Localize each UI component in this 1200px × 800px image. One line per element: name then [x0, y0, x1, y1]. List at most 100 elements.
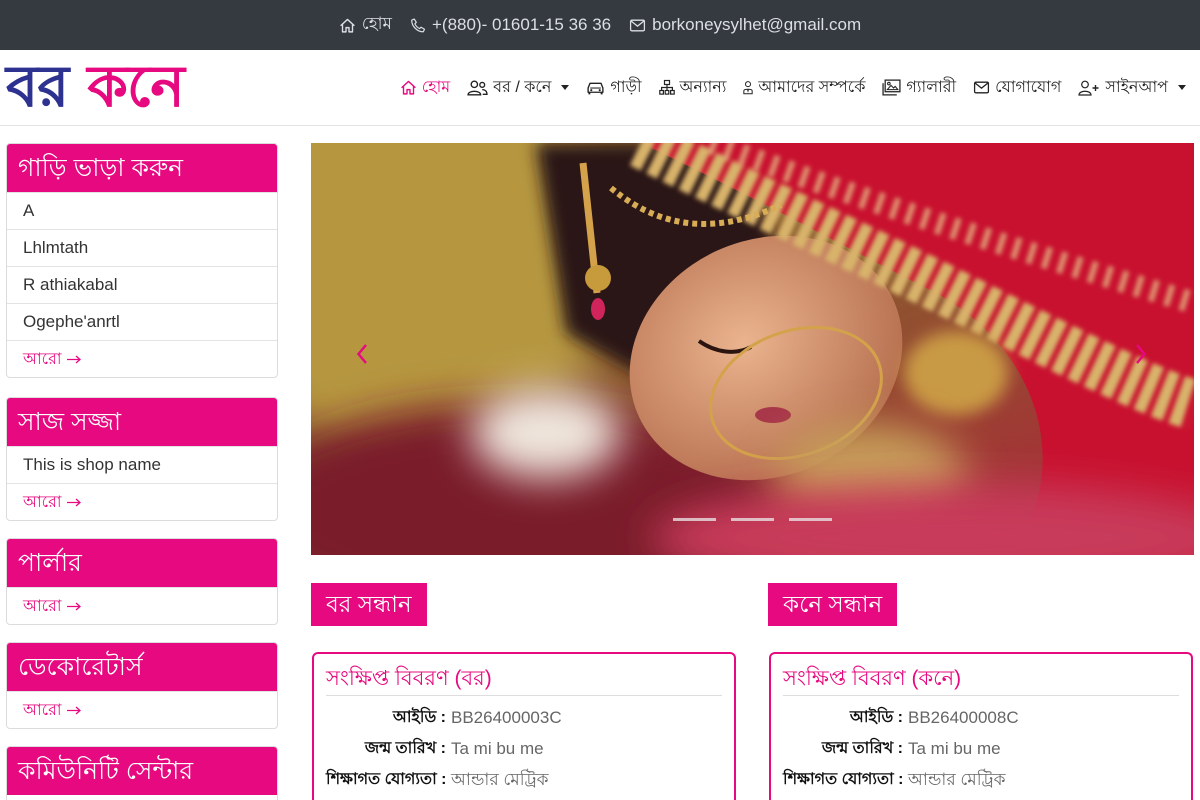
- sidebar-card-title: সাজ সজ্জা: [7, 398, 277, 446]
- more-link-label: আরো: [23, 701, 62, 719]
- brand-logo[interactable]: বর কনে: [6, 52, 185, 120]
- profile-card-title: সংক্ষিপ্ত বিবরণ (বর): [326, 664, 722, 696]
- caret-down-icon: [1178, 85, 1186, 90]
- top-bar: হোম +(880)- 01601-15 36 36 borkoneysylhe…: [0, 0, 1200, 50]
- bride-profile-card: সংক্ষিপ্ত বিবরণ (কনে) আইডি : BB26400008C…: [769, 652, 1193, 800]
- more-link[interactable]: আরো: [7, 587, 277, 624]
- nav-item-label: যোগাযোগ: [995, 79, 1062, 96]
- arrow-right-icon: [66, 355, 81, 363]
- arrow-right-icon: [66, 602, 81, 610]
- groom-search-button[interactable]: বর সন্ধান: [311, 583, 427, 626]
- arrow-right-icon: [66, 498, 81, 506]
- more-link-label: আরো: [23, 493, 62, 511]
- sidebar-card-title: পার্লার: [7, 539, 277, 587]
- sidebar-card-car-rental: গাড়ি ভাড়া করুন A Lhlmtath R athiakabal…: [6, 143, 278, 378]
- topbar-email-link[interactable]: borkoneysylhet@gmail.com: [629, 15, 861, 35]
- topbar-home-label: হোম: [361, 14, 392, 33]
- field-label: শিক্ষাগত যোগ্যতা :: [326, 771, 447, 788]
- nav-item-car[interactable]: গাড়ী: [586, 74, 642, 101]
- navbar: বর কনে হোম বর / কনে গাড়ী অন্যান্য আমাদে…: [0, 50, 1200, 126]
- users-icon: [467, 80, 488, 96]
- profile-fields: আইডি : BB26400003C জন্ম তারিখ : Ta mi bu…: [326, 702, 722, 795]
- profile-fields: আইডি : BB26400008C জন্ম তারিখ : Ta mi bu…: [783, 702, 1179, 795]
- carousel-indicator[interactable]: [731, 518, 774, 521]
- carousel-prev-button[interactable]: [350, 341, 374, 367]
- chevron-right-icon: [1136, 344, 1147, 364]
- nav-item-contact[interactable]: যোগাযোগ: [973, 74, 1061, 101]
- carousel-image: [311, 143, 1194, 555]
- field-label: জন্ম তারিখ :: [821, 740, 903, 757]
- caret-down-icon: [561, 85, 570, 90]
- carousel-next-button[interactable]: [1129, 341, 1153, 367]
- profile-field-birthdate: জন্ম তারিখ : Ta mi bu me: [783, 733, 1179, 764]
- nav-item-gallery[interactable]: গ্যালারী: [882, 74, 956, 101]
- nav-item-label: অন্যান্য: [679, 79, 727, 96]
- nav-item-signup[interactable]: সাইনআপ: [1078, 74, 1186, 101]
- car-icon: [587, 82, 604, 95]
- field-value: BB26400008C: [908, 708, 1019, 727]
- groom-profile-card: সংক্ষিপ্ত বিবরণ (বর) আইডি : BB26400003C …: [312, 652, 736, 800]
- user-tie-icon: [743, 81, 754, 95]
- nav-item-label: আমাদের সম্পর্কে: [758, 79, 866, 96]
- topbar-home-link[interactable]: হোম: [339, 11, 392, 39]
- sidebar-card-decoration: সাজ সজ্জা This is shop name আরো: [6, 397, 278, 521]
- nav-item-label: গাড়ী: [610, 79, 642, 96]
- images-icon: [882, 79, 901, 96]
- sidebar: গাড়ি ভাড়া করুন A Lhlmtath R athiakabal…: [6, 143, 278, 800]
- topbar-phone-link[interactable]: +(880)- 01601-15 36 36: [410, 15, 611, 35]
- field-label: শিক্ষাগত যোগ্যতা :: [783, 771, 904, 788]
- profile-field-education: শিক্ষাগত যোগ্যতা : আন্ডার মেট্রিক: [783, 764, 1179, 795]
- chevron-left-icon: [356, 344, 367, 364]
- list-item[interactable]: Lhlmtath: [7, 229, 277, 266]
- brand-groom-word: বর: [6, 52, 69, 120]
- envelope-icon: [630, 19, 646, 31]
- phone-icon: [411, 17, 426, 32]
- field-value: Ta mi bu me: [908, 739, 1001, 758]
- home-icon: [400, 80, 416, 95]
- field-label: জন্ম তারিখ :: [364, 740, 446, 757]
- main-nav: হোম বর / কনে গাড়ী অন্যান্য আমাদের সম্পর…: [400, 50, 1186, 125]
- envelope-icon: [974, 81, 990, 94]
- nav-item-label: বর / কনে: [493, 79, 552, 96]
- field-value: আন্ডার মেট্রিক: [451, 770, 549, 789]
- more-link[interactable]: আরো: [7, 483, 277, 520]
- sidebar-card-decorators: ডেকোরেটার্স আরো: [6, 642, 278, 729]
- field-value: BB26400003C: [451, 708, 562, 727]
- nav-item-others[interactable]: অন্যান্য: [658, 74, 727, 101]
- nav-item-label: হোম: [421, 79, 451, 96]
- profile-field-id: আইডি : BB26400003C: [326, 702, 722, 733]
- sidebar-card-title: কমিউনিটি সেন্টার: [7, 747, 277, 795]
- nav-item-about-us[interactable]: আমাদের সম্পর্কে: [743, 74, 865, 101]
- list-item[interactable]: This is shop name: [7, 446, 277, 483]
- nav-item-home[interactable]: হোম: [400, 74, 450, 101]
- sidebar-card-title: ডেকোরেটার্স: [7, 643, 277, 691]
- profile-card-title: সংক্ষিপ্ত বিবরণ (কনে): [783, 664, 1179, 696]
- nav-item-groom-bride[interactable]: বর / কনে: [467, 74, 570, 101]
- user-plus-icon: [1078, 80, 1099, 96]
- brand-bride-word: কনে: [87, 52, 185, 120]
- profile-field-education: শিক্ষাগত যোগ্যতা : আন্ডার মেট্রিক: [326, 764, 722, 795]
- field-label: আইডি :: [849, 709, 903, 726]
- topbar-phone-number: +(880)- 01601-15 36 36: [432, 15, 612, 34]
- profile-field-birthdate: জন্ম তারিখ : Ta mi bu me: [326, 733, 722, 764]
- carousel-indicator[interactable]: [789, 518, 832, 521]
- home-icon: [339, 18, 355, 33]
- field-label: আইডি :: [392, 709, 446, 726]
- more-link[interactable]: আরো: [7, 691, 277, 728]
- sidebar-card-community-center: কমিউনিটি সেন্টার: [6, 746, 278, 800]
- list-item[interactable]: Ogephe'anrtl: [7, 303, 277, 340]
- more-link-label: আরো: [23, 597, 62, 615]
- bride-search-button[interactable]: কনে সন্ধান: [768, 583, 898, 626]
- arrow-right-icon: [66, 706, 81, 714]
- carousel-indicator[interactable]: [673, 518, 716, 521]
- more-link-label: আরো: [23, 350, 62, 368]
- nav-item-label: সাইনআপ: [1105, 79, 1168, 96]
- more-link[interactable]: আরো: [7, 340, 277, 377]
- topbar-email-address: borkoneysylhet@gmail.com: [652, 15, 862, 34]
- nav-item-label: গ্যালারী: [906, 79, 957, 96]
- list-item[interactable]: A: [7, 192, 277, 229]
- hero-carousel: [311, 143, 1194, 555]
- page: হোম +(880)- 01601-15 36 36 borkoneysylhe…: [0, 0, 1200, 800]
- list-item[interactable]: R athiakabal: [7, 266, 277, 303]
- profile-field-id: আইডি : BB26400008C: [783, 702, 1179, 733]
